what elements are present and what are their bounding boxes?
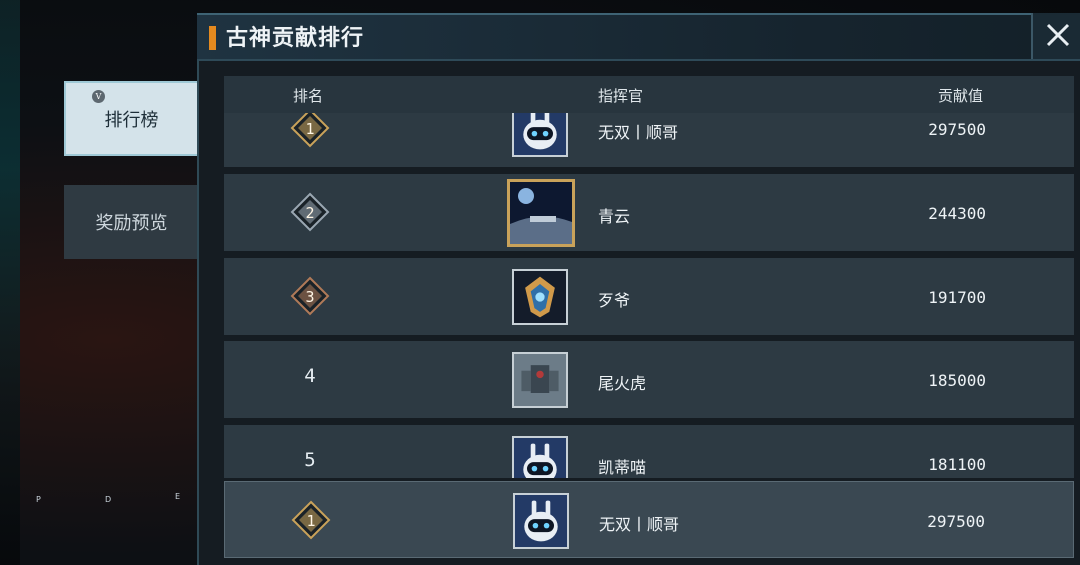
- column-rank: 排名: [293, 87, 324, 105]
- contribution-value: 297500: [927, 512, 985, 531]
- commander-name: 无双丨顺哥: [599, 515, 680, 534]
- ranking-list[interactable]: 1 无双丨顺哥 297500 2 青云 244300 3 歹爷 191700 4 尾火虎 185000…: [224, 113, 1074, 478]
- rank-number: 4: [304, 365, 316, 387]
- contribution-value: 297500: [928, 120, 986, 139]
- robot-avatar: [513, 493, 569, 549]
- commander-name: 青云: [598, 207, 631, 226]
- table-row[interactable]: 5 凯蒂喵 181100: [224, 425, 1074, 478]
- hud-key-d: D: [105, 495, 112, 504]
- badge-rank-number: 1: [306, 512, 315, 530]
- hud-key-e: E: [175, 492, 181, 501]
- commander-name: 歹爷: [598, 291, 631, 310]
- close-icon: [1046, 23, 1070, 47]
- table-row[interactable]: 4 尾火虎 185000: [224, 341, 1074, 418]
- gold-rank-badge-icon: 1: [291, 500, 331, 540]
- contribution-value: 191700: [928, 288, 986, 307]
- contribution-value: 185000: [928, 371, 986, 390]
- robot-avatar: [512, 113, 568, 157]
- space-avatar: [507, 179, 575, 247]
- badge-rank-number: 1: [305, 120, 314, 138]
- close-button[interactable]: [1031, 13, 1080, 59]
- column-commander: 指挥官: [598, 87, 644, 105]
- badge-rank-number: 2: [305, 204, 314, 222]
- tab-hotkey-badge: V: [92, 90, 105, 103]
- table-row[interactable]: 1 无双丨顺哥 297500: [224, 113, 1074, 167]
- my-rank-row: 1 无双丨顺哥 297500: [224, 481, 1074, 558]
- contribution-value: 181100: [928, 455, 986, 474]
- commander-name: 无双丨顺哥: [598, 123, 679, 142]
- table-row[interactable]: 2 青云 244300: [224, 174, 1074, 251]
- title-accent-bar: [209, 26, 216, 50]
- tab-reward-preview-label: 奖励预览: [95, 213, 168, 234]
- panel-title: 古神贡献排行: [226, 25, 365, 51]
- hud-key-p: P: [36, 495, 41, 504]
- tab-leaderboard-label: 排行榜: [104, 109, 159, 131]
- bronze-rank-badge-icon: 3: [290, 276, 330, 316]
- tab-leaderboard[interactable]: 排行榜 V: [64, 81, 199, 156]
- commander-name: 凯蒂喵: [598, 458, 647, 477]
- gold-rank-badge-icon: 1: [290, 113, 330, 148]
- rank-number: 5: [304, 449, 316, 471]
- emblem-avatar: [512, 269, 568, 325]
- badge-rank-number: 3: [305, 288, 314, 306]
- mech-avatar: [512, 352, 568, 408]
- column-contribution: 贡献值: [938, 87, 984, 105]
- table-row[interactable]: 3 歹爷 191700: [224, 258, 1074, 335]
- background-glow: [0, 0, 20, 565]
- robot-avatar: [512, 436, 568, 478]
- tab-reward-preview[interactable]: 奖励预览: [64, 185, 199, 259]
- commander-name: 尾火虎: [598, 374, 647, 393]
- contribution-value: 244300: [928, 204, 986, 223]
- silver-rank-badge-icon: 2: [290, 192, 330, 232]
